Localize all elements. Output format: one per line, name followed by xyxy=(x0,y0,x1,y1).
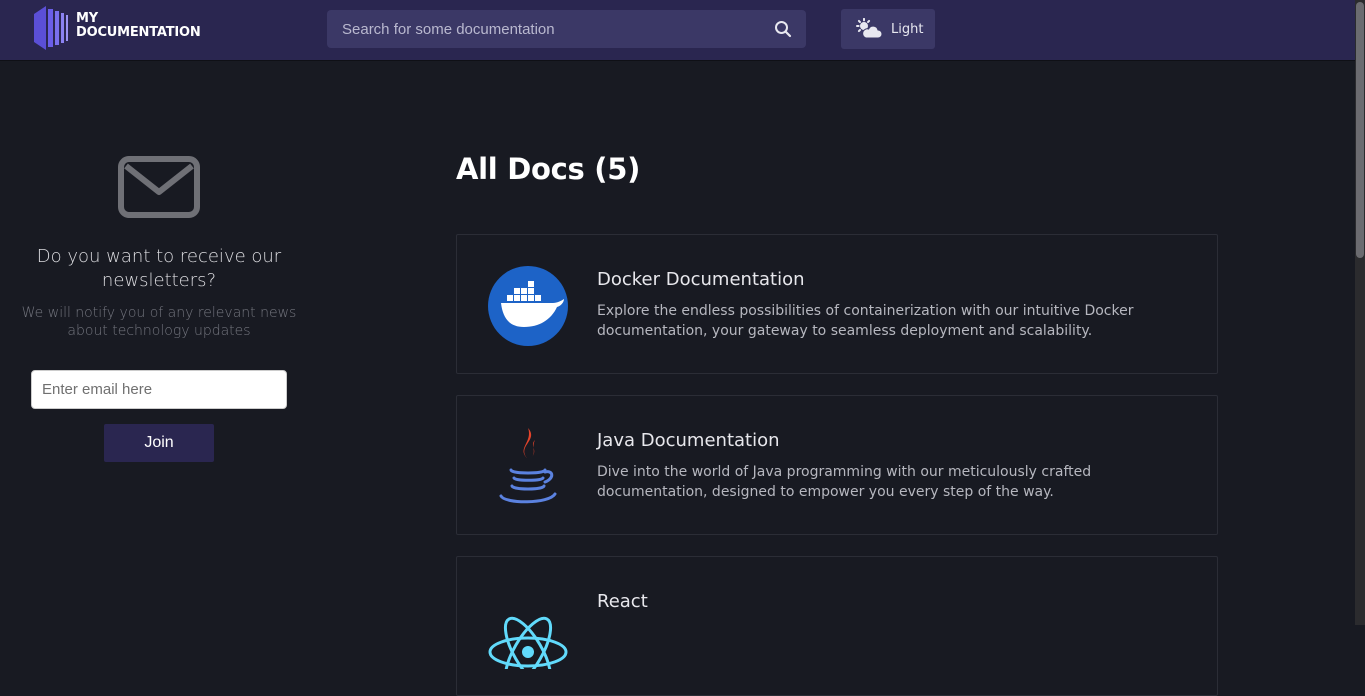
site-logo[interactable]: MY DOCUMENTATION xyxy=(34,6,224,50)
theme-toggle-button[interactable]: Light xyxy=(841,9,935,49)
search-input[interactable] xyxy=(327,10,787,48)
doc-card-java[interactable]: Java Documentation Dive into the world o… xyxy=(456,395,1218,535)
newsletter-title: Do you want to receive our newsletters? xyxy=(36,246,282,291)
docker-icon xyxy=(487,265,569,347)
card-title: Java Documentation xyxy=(597,430,780,451)
doc-card-docker[interactable]: Docker Documentation Explore the endless… xyxy=(456,234,1218,374)
weather-theme-icon xyxy=(856,18,883,39)
top-header: MY DOCUMENTATION Light xyxy=(0,0,1355,60)
logo-line-1: MY xyxy=(76,11,98,26)
join-button[interactable]: Join xyxy=(104,424,214,462)
logo-line-2: DOCUMENTATION xyxy=(76,25,201,40)
card-description: Explore the endless possibilities of con… xyxy=(597,303,1134,339)
react-icon xyxy=(487,587,569,688)
java-icon xyxy=(487,426,569,508)
envelope-icon xyxy=(118,156,200,218)
logo-icon xyxy=(34,6,68,50)
theme-toggle-label: Light xyxy=(891,21,924,37)
card-description: Dive into the world of Java programming … xyxy=(597,464,1092,500)
logo-text: MY DOCUMENTATION xyxy=(76,12,201,40)
card-title: Docker Documentation xyxy=(597,269,805,290)
scrollbar-thumb[interactable] xyxy=(1356,2,1364,258)
newsletter-panel: Do you want to receive our newsletters? … xyxy=(0,61,318,625)
page-title: All Docs (5) xyxy=(456,152,641,186)
card-title: React xyxy=(597,591,648,612)
page-scrollbar[interactable] xyxy=(1355,0,1365,625)
search-bar xyxy=(327,10,806,48)
newsletter-subtitle: We will notify you of any relevant news … xyxy=(21,305,297,339)
email-input[interactable] xyxy=(31,370,287,409)
doc-card-react[interactable]: React xyxy=(456,556,1218,696)
search-icon[interactable] xyxy=(774,20,792,38)
